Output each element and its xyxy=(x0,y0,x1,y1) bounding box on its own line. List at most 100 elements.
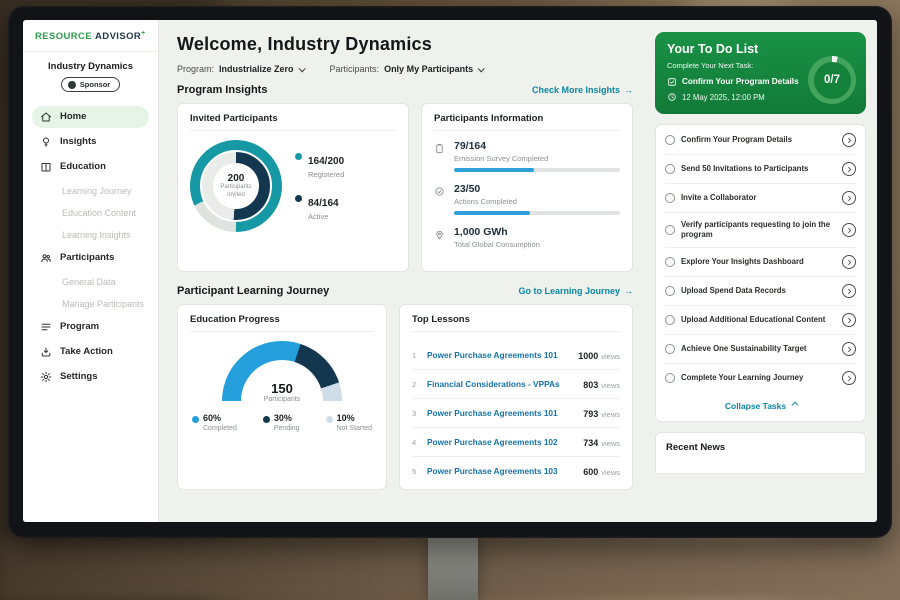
legend-value: 164/200 xyxy=(308,156,344,167)
lesson-view-unit: views xyxy=(601,468,620,477)
sidebar-item-settings[interactable]: Settings xyxy=(32,366,149,388)
task-checkbox[interactable] xyxy=(665,373,675,383)
program-insights-header: Program Insights Check More Insights → xyxy=(177,84,633,96)
logo-plus: + xyxy=(141,30,146,37)
sidebar-item-learning-journey[interactable]: Learning Journey xyxy=(32,181,149,201)
task-checkbox[interactable] xyxy=(665,164,675,174)
gauge-center-label: Participants xyxy=(222,396,342,403)
sidebar-item-education-content[interactable]: Education Content xyxy=(32,203,149,223)
chevron-right-icon[interactable] xyxy=(842,255,856,269)
lesson-row: 4 Power Purchase Agreements 102 734views xyxy=(412,428,620,457)
chevron-down-icon xyxy=(298,65,305,72)
todo-next-task: Confirm Your Program Details xyxy=(682,77,799,87)
chevron-right-icon[interactable] xyxy=(842,162,856,176)
clipboard-icon xyxy=(434,141,446,153)
task-row[interactable]: Confirm Your Program Details xyxy=(665,126,856,155)
go-to-learning-journey-link[interactable]: Go to Learning Journey → xyxy=(518,286,633,296)
legend-item-active: 84/164 Active xyxy=(295,193,344,221)
top-lessons-card: Top Lessons 1 Power Purchase Agreements … xyxy=(399,304,633,490)
legend-label: Active xyxy=(308,212,339,221)
lesson-link[interactable]: Power Purchase Agreements 103 xyxy=(427,466,576,476)
sidebar-item-home[interactable]: Home xyxy=(32,106,149,128)
program-filter[interactable]: Program: Industrialize Zero xyxy=(177,64,304,74)
sidebar-item-learning-insights[interactable]: Learning Insights xyxy=(32,225,149,245)
sidebar-item-label: Education xyxy=(60,161,106,172)
stat-value: 1,000 GWh xyxy=(454,226,620,238)
task-row[interactable]: Achieve One Sustainability Target xyxy=(665,335,856,364)
participants-filter-label: Participants: xyxy=(330,64,380,74)
lesson-rank: 2 xyxy=(412,380,420,389)
progress-bar xyxy=(454,168,620,172)
task-row[interactable]: Upload Additional Educational Content xyxy=(665,306,856,335)
legend-dot xyxy=(326,416,333,423)
chevron-right-icon[interactable] xyxy=(842,223,856,237)
todo-panel: Your To Do List Complete Your Next Task:… xyxy=(645,20,877,522)
sidebar-item-manage-participants[interactable]: Manage Participants xyxy=(32,294,149,314)
program-filter-value: Industrialize Zero xyxy=(219,64,294,74)
task-checkbox[interactable] xyxy=(665,225,675,235)
chevron-right-icon[interactable] xyxy=(842,342,856,356)
todo-due-row: 12 May 2025, 12:00 PM xyxy=(667,92,800,102)
sidebar-item-education[interactable]: Education xyxy=(32,156,149,178)
progress-bar-fill xyxy=(454,211,530,215)
link-label: Go to Learning Journey xyxy=(518,286,620,296)
check-circle-icon xyxy=(434,184,446,196)
recent-news-header[interactable]: Recent News xyxy=(655,432,866,474)
lesson-rank: 3 xyxy=(412,409,420,418)
task-checkbox[interactable] xyxy=(665,193,675,203)
sidebar-item-label: Learning Insights xyxy=(62,230,131,240)
task-row[interactable]: Complete Your Learning Journey xyxy=(665,364,856,392)
app-window: RESOURCEADVISOR+ Industry Dynamics Spons… xyxy=(23,20,877,522)
task-label: Upload Additional Educational Content xyxy=(681,315,836,325)
chevron-right-icon[interactable] xyxy=(842,313,856,327)
link-label: Check More Insights xyxy=(532,85,620,95)
arrow-right-icon: → xyxy=(624,286,633,296)
learning-journey-header: Participant Learning Journey Go to Learn… xyxy=(177,285,633,297)
sidebar-nav: Home Insights Education Learning Journey… xyxy=(23,106,158,388)
stat-label: Emission Survey Completed xyxy=(454,154,620,163)
sidebar-item-general-data[interactable]: General Data xyxy=(32,272,149,292)
sidebar-item-take-action[interactable]: Take Action xyxy=(32,341,149,363)
lesson-link[interactable]: Power Purchase Agreements 102 xyxy=(427,437,576,447)
sidebar-item-participants[interactable]: Participants xyxy=(32,247,149,269)
sponsor-badge[interactable]: Sponsor xyxy=(61,77,120,92)
chevron-right-icon[interactable] xyxy=(842,371,856,385)
sidebar-item-label: Insights xyxy=(60,136,96,147)
lesson-link[interactable]: Power Purchase Agreements 101 xyxy=(427,408,576,418)
lesson-view-count: 734 xyxy=(583,438,598,448)
donut-center: 200 Participants Invited xyxy=(213,163,259,209)
check-more-insights-link[interactable]: Check More Insights → xyxy=(532,85,633,95)
task-checkbox[interactable] xyxy=(665,344,675,354)
stat-label: Total Global Consumption xyxy=(454,240,620,249)
chevron-right-icon[interactable] xyxy=(842,284,856,298)
lesson-link[interactable]: Financial Considerations - VPPAs xyxy=(427,379,576,389)
lesson-link[interactable]: Power Purchase Agreements 101 xyxy=(427,350,571,360)
task-row[interactable]: Explore Your Insights Dashboard xyxy=(665,248,856,277)
chevron-down-icon xyxy=(478,65,485,72)
task-row[interactable]: Send 50 Invitations to Participants xyxy=(665,155,856,184)
sidebar-item-program[interactable]: Program xyxy=(32,316,149,338)
clock-icon xyxy=(667,92,677,102)
chevron-right-icon[interactable] xyxy=(842,133,856,147)
task-row[interactable]: Upload Spend Data Records xyxy=(665,277,856,306)
collapse-tasks-link[interactable]: Collapse Tasks xyxy=(665,392,856,417)
gear-icon xyxy=(40,371,52,383)
task-checkbox[interactable] xyxy=(665,135,675,145)
task-checkbox[interactable] xyxy=(665,315,675,325)
journey-cards-row: Education Progress 150 Participants 60% … xyxy=(177,304,633,490)
section-title-learning-journey: Participant Learning Journey xyxy=(177,285,329,297)
sidebar-item-insights[interactable]: Insights xyxy=(32,131,149,153)
participants-filter[interactable]: Participants: Only My Participants xyxy=(330,64,484,74)
todo-due-date: 12 May 2025, 12:00 PM xyxy=(682,93,765,102)
logo-text-advisor: ADVISOR xyxy=(95,31,141,42)
task-checkbox[interactable] xyxy=(665,286,675,296)
task-checkbox[interactable] xyxy=(665,257,675,267)
task-row[interactable]: Invite a Collaborator xyxy=(665,184,856,213)
sponsor-badge-label: Sponsor xyxy=(80,80,110,89)
lesson-view-unit: views xyxy=(601,352,620,361)
education-progress-gauge: 150 Participants xyxy=(222,341,342,403)
chevron-right-icon[interactable] xyxy=(842,191,856,205)
stat-actions-completed: 23/50 Actions Completed xyxy=(434,183,620,215)
lesson-view-count: 793 xyxy=(583,409,598,419)
task-row[interactable]: Verify participants requesting to join t… xyxy=(665,213,856,248)
